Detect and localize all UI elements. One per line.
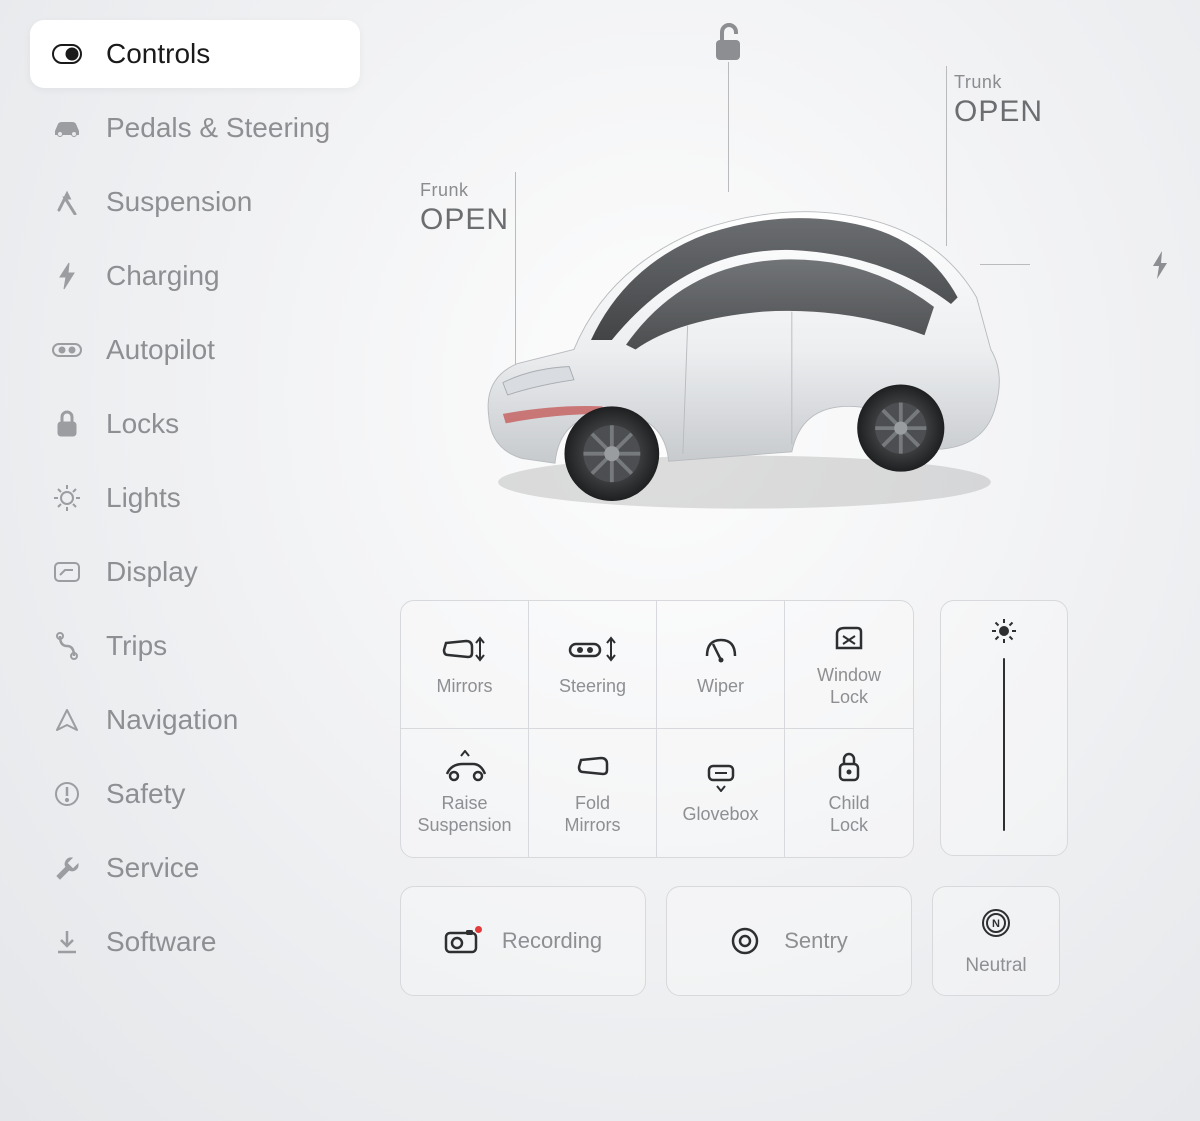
quick-label: Glovebox bbox=[682, 804, 758, 826]
sidebar-item-autopilot[interactable]: Autopilot bbox=[30, 316, 360, 384]
car-image bbox=[445, 160, 1025, 520]
quick-raise-suspension[interactable]: Raise Suspension bbox=[401, 729, 529, 857]
sidebar-item-navigation[interactable]: Navigation bbox=[30, 686, 360, 754]
sentry-mode-button[interactable]: Sentry bbox=[666, 886, 912, 996]
sidebar-item-software[interactable]: Software bbox=[30, 908, 360, 976]
brightness-slider[interactable] bbox=[940, 600, 1068, 856]
mirrors-icon bbox=[442, 632, 488, 666]
sidebar-item-label: Trips bbox=[106, 630, 167, 662]
recording-indicator-dot bbox=[475, 926, 482, 933]
steering-icon bbox=[567, 632, 619, 666]
charge-port-button[interactable] bbox=[1150, 250, 1170, 285]
quick-child-lock[interactable]: Child Lock bbox=[785, 729, 913, 857]
neutral-gear-button[interactable]: N Neutral bbox=[932, 886, 1060, 996]
sidebar-item-controls[interactable]: Controls bbox=[30, 20, 360, 88]
sidebar-item-safety[interactable]: Safety bbox=[30, 760, 360, 828]
quick-label: Window Lock bbox=[817, 665, 881, 708]
wiper-icon bbox=[703, 632, 739, 666]
brightness-track bbox=[1003, 658, 1005, 831]
sidebar-item-label: Suspension bbox=[106, 186, 252, 218]
quick-label: Fold Mirrors bbox=[565, 793, 621, 836]
trunk-open-button[interactable]: Trunk OPEN bbox=[954, 72, 1043, 129]
quick-steering[interactable]: Steering bbox=[529, 601, 657, 729]
sidebar-item-label: Controls bbox=[106, 38, 210, 70]
quick-label: Mirrors bbox=[437, 676, 493, 698]
sidebar-item-label: Service bbox=[106, 852, 199, 884]
lock-icon bbox=[52, 409, 82, 439]
download-icon bbox=[52, 927, 82, 957]
quick-window-lock[interactable]: Window Lock bbox=[785, 601, 913, 729]
sidebar-item-service[interactable]: Service bbox=[30, 834, 360, 902]
fold-mirrors-icon bbox=[575, 749, 611, 783]
quick-mirrors[interactable]: Mirrors bbox=[401, 601, 529, 729]
camera-icon bbox=[444, 928, 478, 954]
trunk-label-big: OPEN bbox=[954, 95, 1043, 129]
sidebar-item-label: Lights bbox=[106, 482, 181, 514]
quick-label: Steering bbox=[559, 676, 626, 698]
bolt-icon bbox=[52, 261, 82, 291]
sidebar: Controls Pedals & Steering Suspension Ch… bbox=[0, 0, 380, 1121]
wrench-icon bbox=[52, 853, 82, 883]
controls-icon bbox=[52, 39, 82, 69]
sidebar-item-label: Display bbox=[106, 556, 198, 588]
suspension-icon bbox=[52, 187, 82, 217]
sidebar-item-pedals-steering[interactable]: Pedals & Steering bbox=[30, 94, 360, 162]
sun-icon bbox=[990, 617, 1018, 650]
sidebar-item-label: Safety bbox=[106, 778, 185, 810]
quick-glovebox[interactable]: Glovebox bbox=[657, 729, 785, 857]
steering-wheel-icon bbox=[52, 335, 82, 365]
sidebar-item-suspension[interactable]: Suspension bbox=[30, 168, 360, 236]
quick-wiper[interactable]: Wiper bbox=[657, 601, 785, 729]
quick-label: Raise Suspension bbox=[417, 793, 511, 836]
sidebar-item-display[interactable]: Display bbox=[30, 538, 360, 606]
sentry-icon bbox=[730, 926, 760, 956]
lightbulb-icon bbox=[52, 483, 82, 513]
quick-fold-mirrors[interactable]: Fold Mirrors bbox=[529, 729, 657, 857]
dashcam-recording-button[interactable]: Recording bbox=[400, 886, 646, 996]
sidebar-item-charging[interactable]: Charging bbox=[30, 242, 360, 310]
sentry-label: Sentry bbox=[784, 928, 848, 954]
display-icon bbox=[52, 557, 82, 587]
route-icon bbox=[52, 631, 82, 661]
sidebar-item-label: Software bbox=[106, 926, 217, 958]
main-panel: Frunk OPEN Trunk OPEN bbox=[380, 0, 1200, 1121]
sidebar-item-label: Locks bbox=[106, 408, 179, 440]
car-visualization: Frunk OPEN Trunk OPEN bbox=[400, 10, 1160, 570]
svg-text:N: N bbox=[992, 918, 1000, 930]
quick-controls-grid: Mirrors Steering Wiper Window Lock Raise… bbox=[400, 600, 914, 858]
window-lock-icon bbox=[833, 621, 865, 655]
sidebar-item-lights[interactable]: Lights bbox=[30, 464, 360, 532]
quick-label: Child Lock bbox=[828, 793, 869, 836]
sidebar-item-label: Autopilot bbox=[106, 334, 215, 366]
sidebar-item-label: Pedals & Steering bbox=[106, 112, 330, 144]
sidebar-item-label: Charging bbox=[106, 260, 220, 292]
sidebar-item-trips[interactable]: Trips bbox=[30, 612, 360, 680]
vehicle-lock-toggle[interactable] bbox=[710, 22, 746, 67]
car-icon bbox=[52, 113, 82, 143]
neutral-label: Neutral bbox=[965, 955, 1026, 977]
sidebar-item-label: Navigation bbox=[106, 704, 238, 736]
quick-label: Wiper bbox=[697, 676, 744, 698]
raise-suspension-icon bbox=[441, 749, 489, 783]
neutral-icon: N bbox=[979, 906, 1013, 945]
sidebar-item-locks[interactable]: Locks bbox=[30, 390, 360, 458]
child-lock-icon bbox=[836, 749, 862, 783]
alert-icon bbox=[52, 779, 82, 809]
navigation-icon bbox=[52, 705, 82, 735]
bottom-row: Recording Sentry N Neutral bbox=[400, 886, 1060, 996]
glovebox-icon bbox=[705, 760, 737, 794]
trunk-label-small: Trunk bbox=[954, 72, 1043, 93]
recording-label: Recording bbox=[502, 928, 602, 954]
